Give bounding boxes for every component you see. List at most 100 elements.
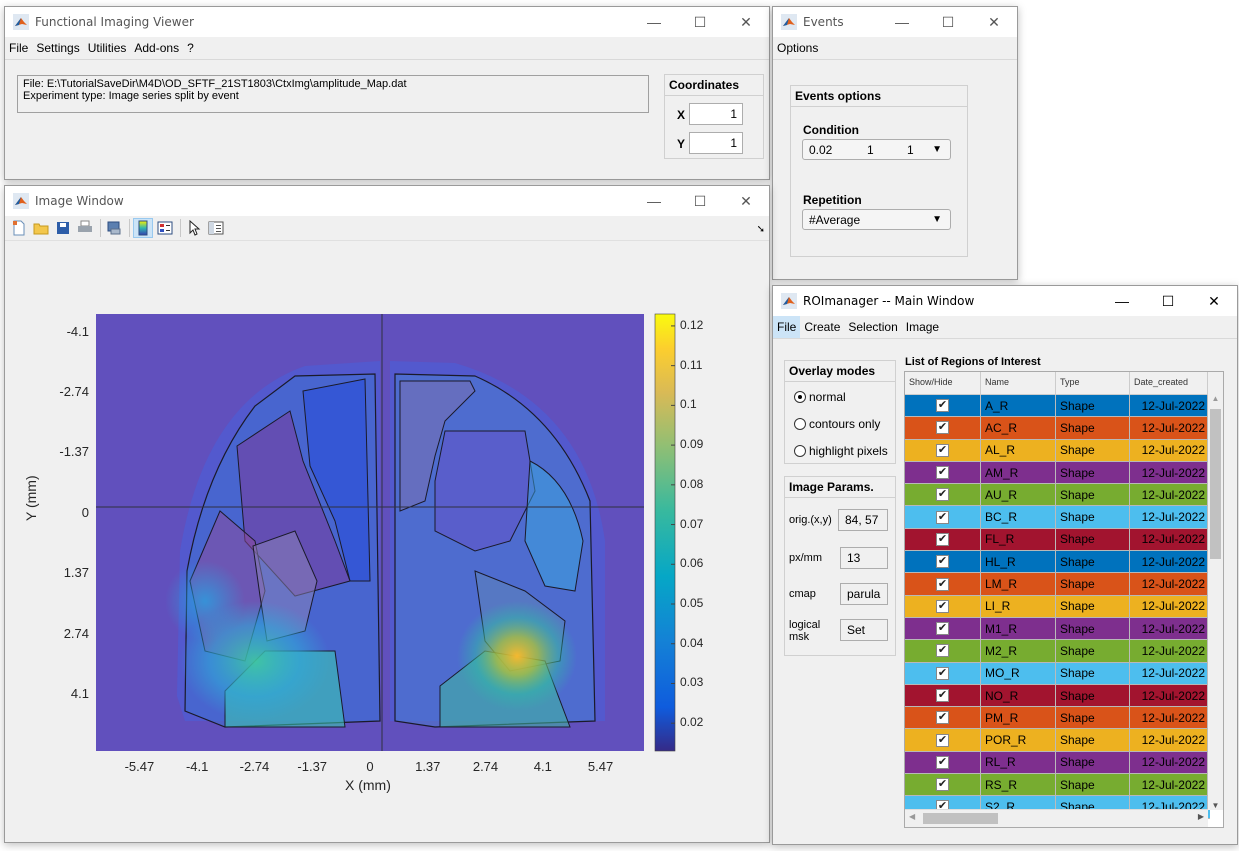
- px-per-mm-field[interactable]: 13: [840, 547, 888, 569]
- roi-table-row[interactable]: ✔ FL_R Shape 12-Jul-2022: [905, 528, 1210, 552]
- column-header-show-hide[interactable]: Show/Hide: [905, 372, 981, 394]
- roi-titlebar[interactable]: ROImanager -- Main Window — ☐ ✕: [773, 286, 1237, 316]
- edit-plot-pointer-icon[interactable]: [184, 218, 204, 238]
- roi-table-row[interactable]: ✔ M1_R Shape 12-Jul-2022: [905, 617, 1210, 641]
- show-hide-checkbox[interactable]: ✔: [936, 399, 949, 413]
- menu-addons[interactable]: Add-ons: [130, 37, 183, 59]
- scroll-up-arrow-icon[interactable]: ▲: [1208, 394, 1223, 403]
- show-hide-checkbox[interactable]: ✔: [936, 711, 949, 725]
- cmap-field[interactable]: parula: [840, 583, 888, 605]
- vertical-scrollbar[interactable]: ▲ ▼: [1208, 394, 1223, 810]
- show-hide-checkbox[interactable]: ✔: [936, 443, 949, 457]
- image-window-titlebar[interactable]: Image Window — ☐ ✕: [5, 186, 769, 216]
- roi-table-row[interactable]: ✔ A_R Shape 12-Jul-2022: [905, 395, 1210, 418]
- show-hide-checkbox[interactable]: ✔: [936, 466, 949, 480]
- column-header-date[interactable]: Date_created: [1130, 372, 1208, 394]
- show-hide-checkbox[interactable]: ✔: [936, 555, 949, 569]
- menu-create[interactable]: Create: [800, 316, 844, 338]
- menu-options[interactable]: Options: [773, 37, 822, 59]
- maximize-button[interactable]: ☐: [1145, 286, 1191, 316]
- overlay-mode-contours[interactable]: contours only: [794, 417, 880, 431]
- repetition-dropdown[interactable]: #Average ▼: [802, 209, 951, 230]
- show-hide-checkbox[interactable]: ✔: [936, 666, 949, 680]
- show-hide-checkbox[interactable]: ✔: [936, 577, 949, 591]
- show-hide-checkbox[interactable]: ✔: [936, 778, 949, 792]
- property-inspector-icon[interactable]: [206, 218, 226, 238]
- new-figure-icon[interactable]: [9, 218, 29, 238]
- column-header-type[interactable]: Type: [1056, 372, 1130, 394]
- legend-icon[interactable]: [155, 218, 175, 238]
- vertical-scroll-thumb[interactable]: [1210, 409, 1221, 559]
- roi-table-row[interactable]: ✔ POR_R Shape 12-Jul-2022: [905, 729, 1210, 752]
- minimize-button[interactable]: —: [879, 7, 925, 37]
- show-hide-checkbox[interactable]: ✔: [936, 755, 949, 769]
- column-header-name[interactable]: Name: [981, 372, 1056, 394]
- roi-table-row[interactable]: ✔ AU_R Shape 12-Jul-2022: [905, 484, 1210, 507]
- colorbar-icon[interactable]: [133, 218, 153, 238]
- show-hide-checkbox[interactable]: ✔: [936, 689, 949, 702]
- dock-arrow-icon[interactable]: ➘: [757, 224, 765, 235]
- roi-table-row[interactable]: ✔ AC_R Shape 12-Jul-2022: [905, 417, 1210, 440]
- menu-help[interactable]: ?: [183, 37, 198, 59]
- condition-dropdown[interactable]: 0.02 1 1 ▼: [802, 139, 951, 160]
- link-plot-icon[interactable]: [104, 218, 124, 238]
- roi-table-row[interactable]: ✔ MO_R Shape 12-Jul-2022: [905, 662, 1210, 685]
- open-file-icon[interactable]: [31, 218, 51, 238]
- print-icon[interactable]: [75, 218, 95, 238]
- show-hide-checkbox[interactable]: ✔: [936, 599, 949, 613]
- param-label: px/mm: [789, 552, 822, 564]
- roi-table-row[interactable]: ✔ LM_R Shape 12-Jul-2022: [905, 573, 1210, 596]
- menu-selection[interactable]: Selection: [844, 316, 901, 338]
- scroll-down-arrow-icon[interactable]: ▼: [1208, 801, 1223, 810]
- menu-file[interactable]: File: [773, 316, 801, 338]
- roi-table-row[interactable]: ✔ AL_R Shape 12-Jul-2022: [905, 439, 1210, 462]
- show-hide-checkbox[interactable]: ✔: [936, 532, 949, 546]
- overlay-mode-highlight[interactable]: highlight pixels: [794, 444, 888, 458]
- show-hide-checkbox[interactable]: ✔: [936, 510, 949, 524]
- logical-mask-field[interactable]: Set: [840, 619, 888, 641]
- menu-utilities[interactable]: Utilities: [84, 37, 131, 59]
- maximize-button[interactable]: ☐: [677, 186, 723, 216]
- show-hide-checkbox[interactable]: ✔: [936, 733, 949, 747]
- fiv-titlebar[interactable]: Functional Imaging Viewer — ☐ ✕: [5, 7, 769, 37]
- menu-settings[interactable]: Settings: [32, 37, 83, 59]
- save-icon[interactable]: [53, 218, 73, 238]
- menu-file[interactable]: File: [5, 37, 32, 59]
- close-button[interactable]: ✕: [723, 186, 769, 216]
- show-hide-checkbox[interactable]: ✔: [936, 421, 949, 435]
- roi-table-row[interactable]: ✔ RL_R Shape 12-Jul-2022: [905, 751, 1210, 775]
- roi-table-row[interactable]: ✔ M2_R Shape 12-Jul-2022: [905, 640, 1210, 663]
- roi-type-cell: Shape: [1056, 729, 1130, 751]
- minimize-button[interactable]: —: [631, 7, 677, 37]
- y-coordinate-input[interactable]: [689, 132, 743, 154]
- roi-table-row[interactable]: ✔ NO_R Shape 12-Jul-2022: [905, 684, 1210, 708]
- colorbar[interactable]: [654, 313, 676, 752]
- events-titlebar[interactable]: Events — ☐ ✕: [773, 7, 1017, 37]
- close-button[interactable]: ✕: [723, 7, 769, 37]
- scroll-right-arrow-icon[interactable]: ▶: [1198, 812, 1204, 821]
- horizontal-scroll-thumb[interactable]: [923, 813, 998, 824]
- overlay-mode-normal[interactable]: normal: [794, 390, 846, 404]
- minimize-button[interactable]: —: [1099, 286, 1145, 316]
- roi-table-row[interactable]: ✔ LI_R Shape 12-Jul-2022: [905, 595, 1210, 618]
- roi-table-row[interactable]: ✔ RS_R Shape 12-Jul-2022: [905, 774, 1210, 797]
- show-hide-checkbox[interactable]: ✔: [936, 622, 949, 636]
- origin-field[interactable]: 84, 57: [838, 509, 888, 531]
- roi-table-row[interactable]: ✔ BC_R Shape 12-Jul-2022: [905, 506, 1210, 529]
- heatmap-axes[interactable]: [5, 241, 769, 842]
- minimize-button[interactable]: —: [631, 186, 677, 216]
- roi-table-row[interactable]: ✔ PM_R Shape 12-Jul-2022: [905, 707, 1210, 730]
- close-button[interactable]: ✕: [971, 7, 1017, 37]
- x-coordinate-input[interactable]: [689, 103, 743, 125]
- maximize-button[interactable]: ☐: [925, 7, 971, 37]
- maximize-button[interactable]: ☐: [677, 7, 723, 37]
- scroll-left-arrow-icon[interactable]: ◀: [909, 812, 915, 821]
- show-hide-checkbox[interactable]: ✔: [936, 644, 949, 658]
- menu-image[interactable]: Image: [902, 316, 943, 338]
- horizontal-scrollbar[interactable]: ◀ ▶: [905, 809, 1208, 827]
- show-hide-checkbox[interactable]: ✔: [936, 488, 949, 502]
- roi-table-row[interactable]: ✔ HL_R Shape 12-Jul-2022: [905, 551, 1210, 574]
- roi-table[interactable]: Show/Hide Name Type Date_created ✔ A_R Sha…: [904, 371, 1224, 828]
- roi-table-row[interactable]: ✔ AM_R Shape 12-Jul-2022: [905, 461, 1210, 485]
- close-button[interactable]: ✕: [1191, 286, 1237, 316]
